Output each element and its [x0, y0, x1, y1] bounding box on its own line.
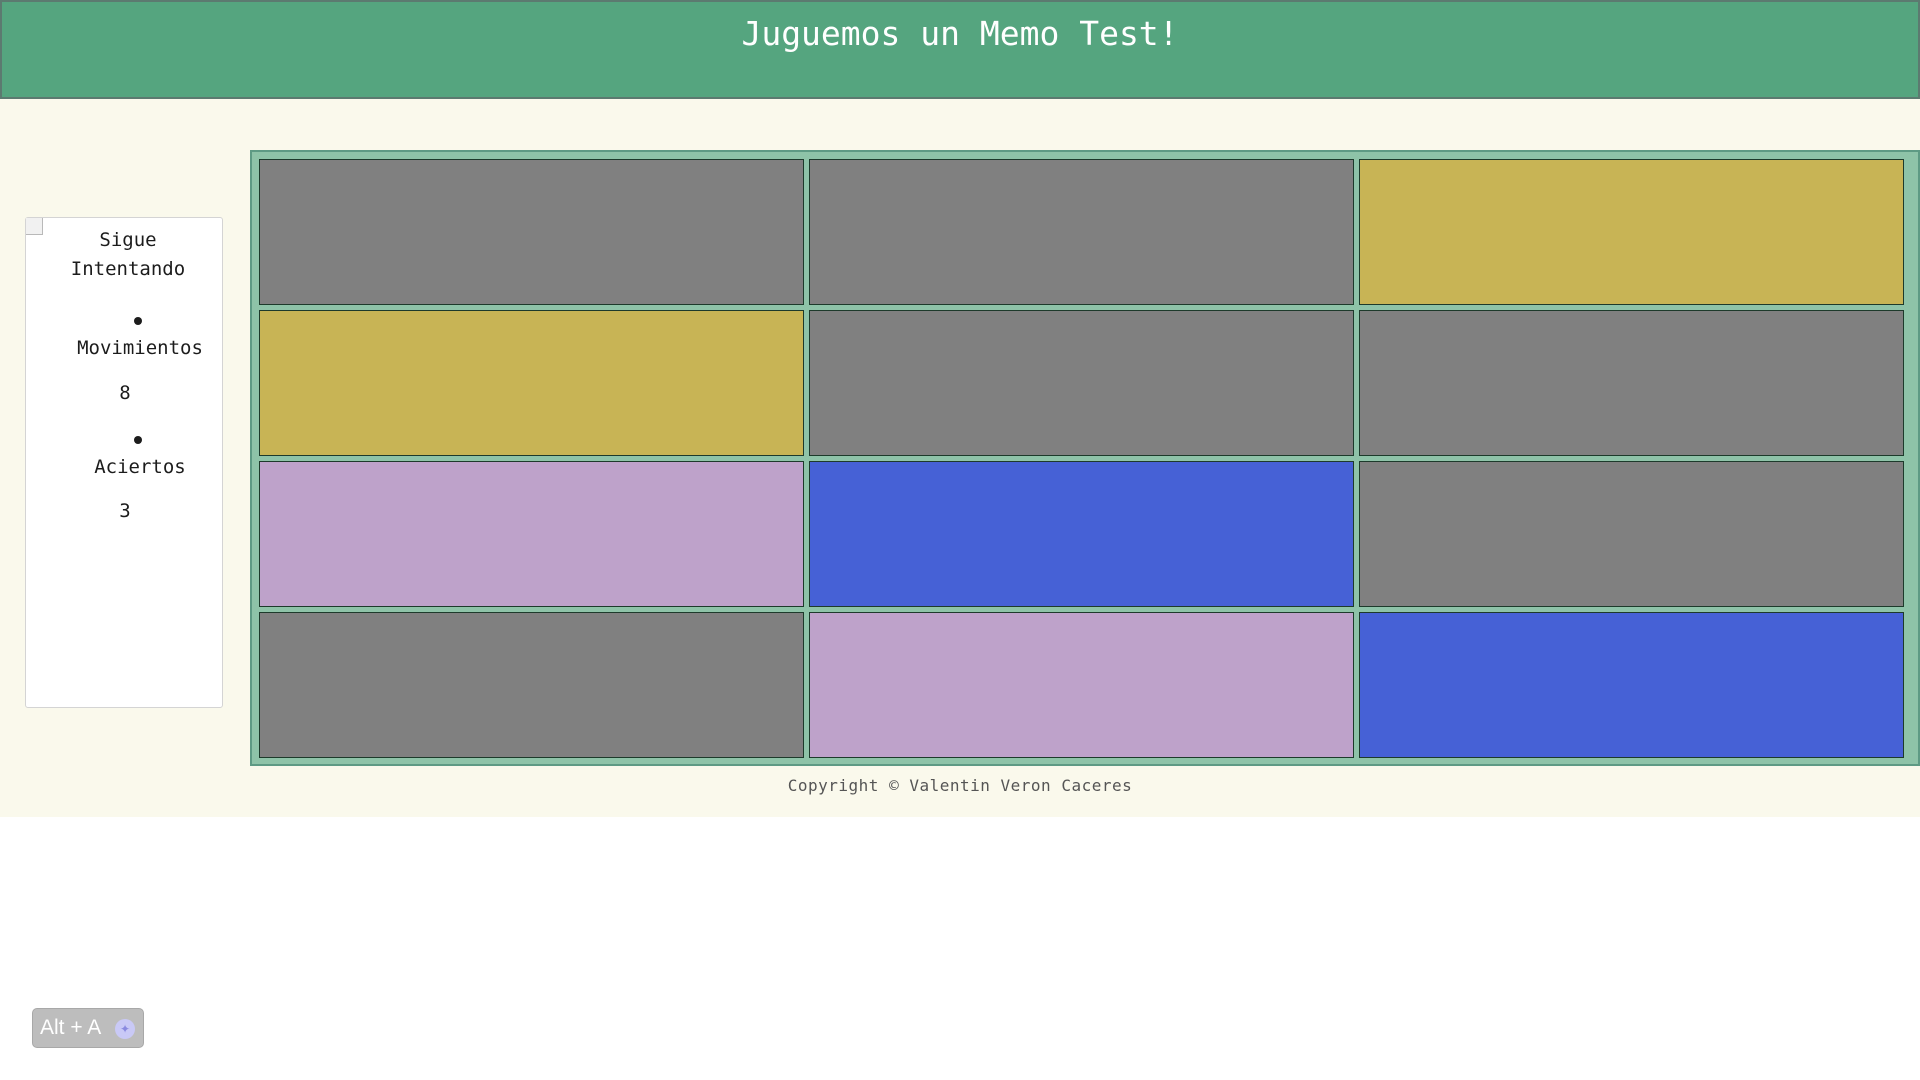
- shortcut-badge[interactable]: Alt + A ✦: [32, 1008, 144, 1048]
- page-container: Juguemos un Memo Test! Sigue Intentando …: [0, 0, 1920, 817]
- card-hidden[interactable]: [809, 159, 1354, 305]
- moves-value: 8: [119, 382, 131, 404]
- page-title: Juguemos un Memo Test!: [741, 14, 1179, 53]
- card-revealed[interactable]: [809, 461, 1354, 607]
- card-hidden[interactable]: [1359, 461, 1904, 607]
- page-header: Juguemos un Memo Test!: [0, 0, 1920, 99]
- accessibility-icon: ✦: [115, 1019, 135, 1039]
- card-revealed[interactable]: [1359, 159, 1904, 305]
- card-grid: [259, 159, 1911, 759]
- footer-copyright: Copyright © Valentin Veron Caceres: [787, 776, 1133, 795]
- bullet-icon: [134, 436, 142, 444]
- broken-image-icon: [26, 218, 43, 235]
- shortcut-label: Alt + A: [40, 1016, 102, 1039]
- card-revealed[interactable]: [259, 310, 804, 456]
- game-board: [250, 150, 1920, 766]
- hits-label: Aciertos: [94, 456, 186, 478]
- card-hidden[interactable]: [1359, 310, 1904, 456]
- hits-value: 3: [119, 500, 131, 522]
- card-revealed[interactable]: [259, 461, 804, 607]
- card-hidden[interactable]: [259, 159, 804, 305]
- card-revealed[interactable]: [1359, 612, 1904, 758]
- moves-label: Movimientos: [77, 337, 203, 359]
- card-hidden[interactable]: [259, 612, 804, 758]
- game-status: Sigue Intentando: [70, 229, 186, 280]
- stats-panel: Sigue Intentando Movimientos 8 Aciertos …: [25, 217, 223, 708]
- bullet-icon: [134, 317, 142, 325]
- card-hidden[interactable]: [809, 310, 1354, 456]
- card-revealed[interactable]: [809, 612, 1354, 758]
